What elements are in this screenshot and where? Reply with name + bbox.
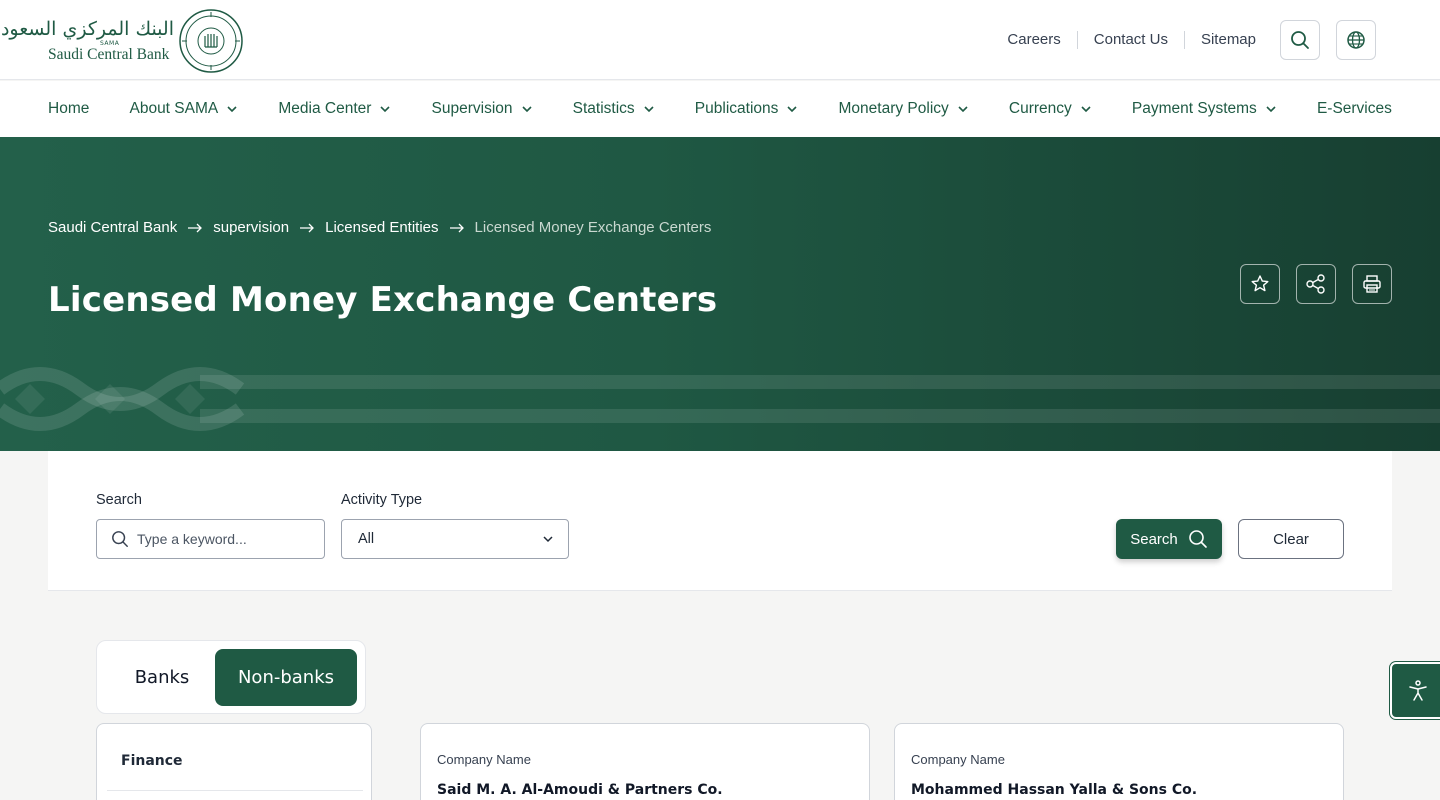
company-name-value: Mohammed Hassan Yalla & Sons Co. (911, 782, 1198, 798)
search-label: Search (96, 492, 142, 508)
nav-list: Home About SAMA Media Center Supervision Sta… (48, 81, 1392, 137)
arrow-right-icon (300, 223, 315, 232)
accessibility-button[interactable] (1390, 662, 1440, 719)
tab-non-banks[interactable]: Non-banks (215, 649, 357, 706)
chevron-down-icon (380, 106, 390, 113)
tab-banks[interactable]: Banks (107, 649, 217, 706)
nav-item-e-services[interactable]: E-Services (1317, 100, 1392, 118)
search-icon (1188, 530, 1207, 548)
sitemap-link[interactable]: Sitemap (1185, 31, 1272, 49)
company-card[interactable]: Company Name Mohammed Hassan Yalla & Son… (894, 723, 1344, 800)
main-navigation: Home About SAMA Media Center Supervision Sta… (0, 81, 1440, 137)
chevron-down-icon (521, 106, 532, 113)
careers-link[interactable]: Careers (991, 31, 1078, 49)
nav-item-monetary-policy[interactable]: Monetary Policy (839, 100, 969, 118)
breadcrumb-licensed-entities[interactable]: Licensed Entities (325, 219, 438, 236)
nav-item-label: Supervision (431, 100, 513, 117)
search-submit-button[interactable]: Search (1116, 519, 1222, 559)
arrow-right-icon (188, 223, 203, 232)
chevron-down-icon (787, 106, 797, 113)
nav-item-label: Statistics (572, 100, 635, 117)
search-button-label: Search (1130, 530, 1178, 548)
star-icon (1251, 275, 1269, 292)
nav-item-label: E-Services (1316, 100, 1392, 117)
breadcrumb-supervision[interactable]: supervision (213, 219, 289, 236)
nav-item-label: Home (48, 100, 90, 117)
nav-item-supervision[interactable]: Supervision (432, 100, 533, 118)
nav-item-label: Payment Systems (1131, 100, 1257, 117)
logo-english-text: Saudi Central Bank (48, 46, 170, 63)
company-card[interactable]: Company Name Said M. A. Al-Amoudi & Part… (420, 723, 870, 800)
nav-item-label: Publications (694, 100, 779, 117)
category-item-finance[interactable]: Finance (121, 753, 183, 769)
chevron-down-icon (644, 106, 654, 113)
sama-logo[interactable]: البنك المركزي السعودي SAMA Saudi Central… (0, 8, 244, 73)
chevron-down-icon (1266, 106, 1276, 113)
nav-item-payment-systems[interactable]: Payment Systems (1132, 100, 1277, 118)
entity-type-tabs: Banks Non-banks (96, 640, 366, 714)
category-list: Finance (96, 723, 372, 800)
clear-button[interactable]: Clear (1238, 519, 1344, 559)
share-icon (1306, 274, 1325, 294)
decorative-pattern (0, 367, 1440, 431)
activity-type-select[interactable]: All (341, 519, 569, 559)
page-actions (1240, 264, 1392, 304)
nav-item-statistics[interactable]: Statistics (573, 100, 655, 118)
search-input[interactable] (137, 531, 307, 547)
search-button[interactable] (1280, 20, 1320, 60)
search-icon (112, 531, 128, 547)
logo-arabic-text: البنك المركزي السعودي (0, 18, 174, 40)
language-button[interactable] (1336, 20, 1376, 60)
utility-bar: Careers Contact Us Sitemap (991, 20, 1376, 60)
activity-type-value: All (358, 531, 375, 547)
company-name-label: Company Name (911, 752, 1005, 767)
chevron-down-icon (227, 106, 237, 113)
clear-button-label: Clear (1273, 530, 1309, 548)
nav-item-label: Monetary Policy (838, 100, 949, 117)
top-header: البنك المركزي السعودي SAMA Saudi Central… (0, 0, 1440, 80)
favorite-button[interactable] (1240, 264, 1280, 304)
divider (107, 790, 363, 791)
arrow-right-icon (449, 223, 464, 232)
company-name-label: Company Name (437, 752, 531, 767)
filter-panel: Search Activity Type All Search Clear (48, 451, 1392, 591)
breadcrumb: Saudi Central Bank supervision Licensed … (48, 219, 711, 236)
breadcrumb-current: Licensed Money Exchange Centers (474, 219, 712, 236)
nav-item-home[interactable]: Home (48, 100, 89, 118)
sama-seal-icon (179, 9, 243, 73)
contact-us-link[interactable]: Contact Us (1078, 31, 1185, 49)
globe-icon (1347, 31, 1365, 49)
chevron-down-icon (543, 536, 553, 543)
breadcrumb-home[interactable]: Saudi Central Bank (48, 219, 177, 236)
search-icon (1291, 31, 1309, 49)
company-name-value: Said M. A. Al-Amoudi & Partners Co. (437, 782, 723, 798)
accessibility-icon (1409, 679, 1427, 701)
search-field[interactable] (96, 519, 325, 559)
nav-item-label: About SAMA (129, 100, 219, 117)
chevron-down-icon (958, 106, 968, 113)
activity-type-label: Activity Type (341, 492, 423, 508)
share-button[interactable] (1296, 264, 1336, 304)
nav-item-label: Currency (1008, 100, 1072, 117)
page-hero: Saudi Central Bank supervision Licensed … (0, 137, 1440, 451)
page-title: Licensed Money Exchange Centers (48, 280, 718, 320)
print-button[interactable] (1352, 264, 1392, 304)
nav-item-publications[interactable]: Publications (695, 100, 799, 118)
nav-item-label: Media Center (278, 100, 372, 117)
chevron-down-icon (1081, 106, 1091, 113)
print-icon (1363, 275, 1381, 293)
nav-item-about-sama[interactable]: About SAMA (129, 100, 238, 118)
nav-item-media-center[interactable]: Media Center (278, 100, 391, 118)
nav-item-currency[interactable]: Currency (1009, 100, 1092, 118)
